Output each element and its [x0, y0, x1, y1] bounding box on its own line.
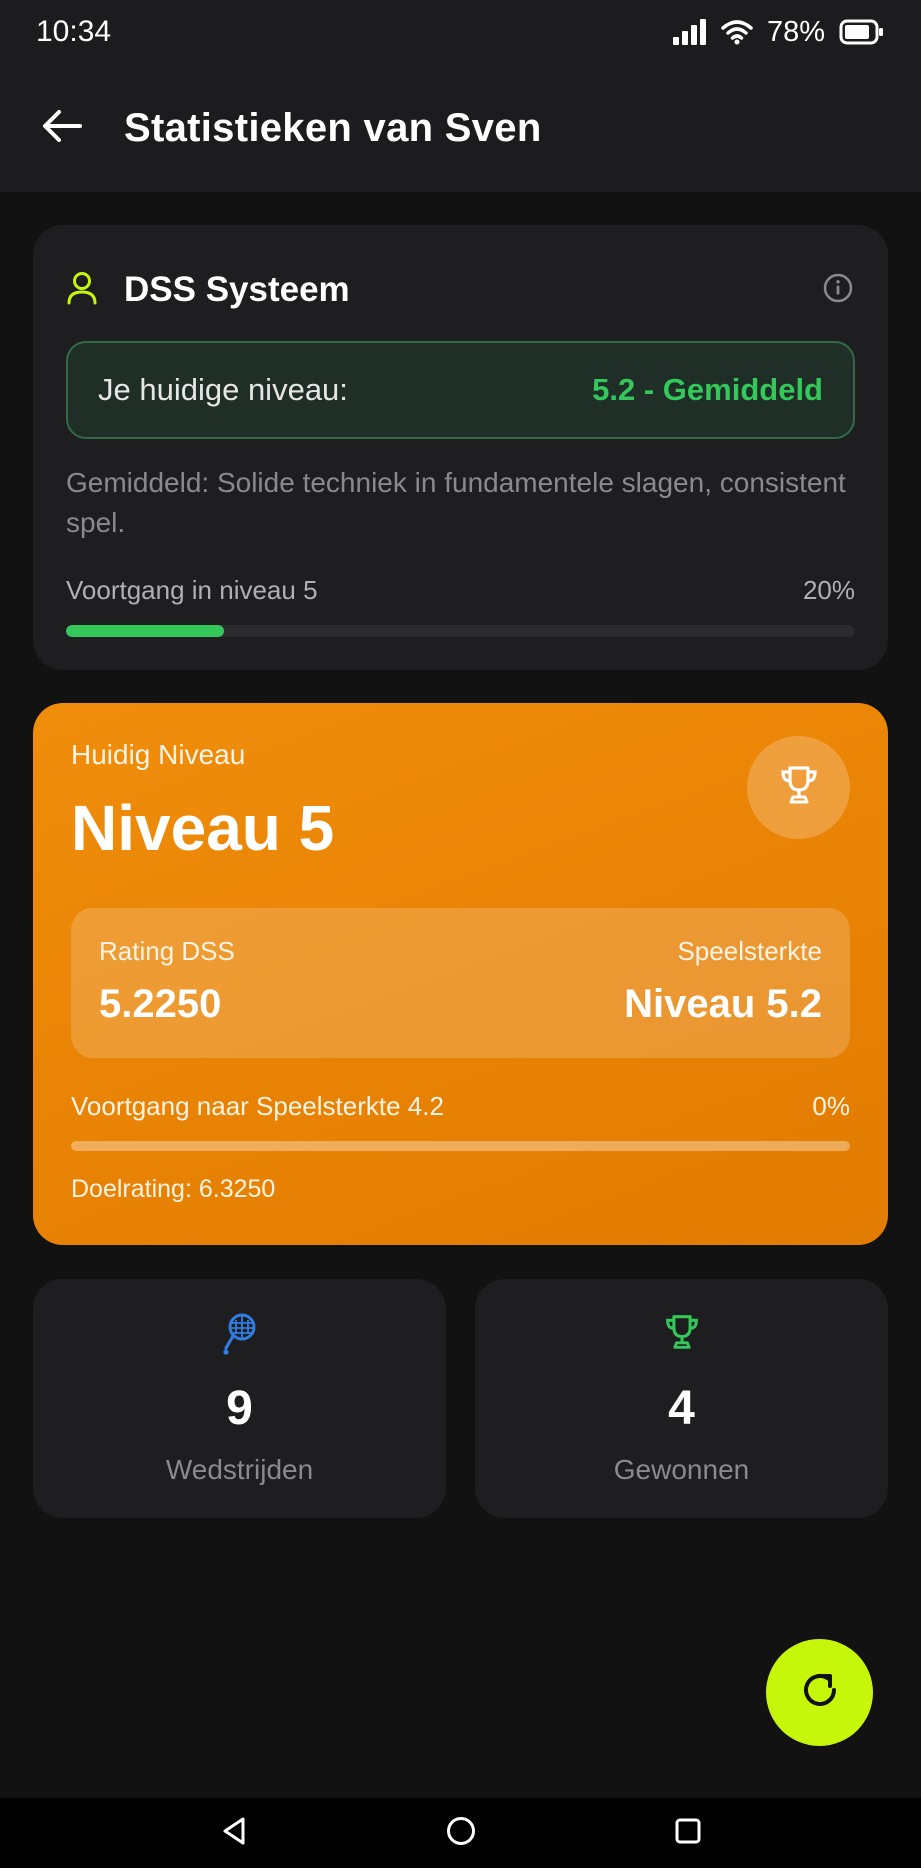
current-level-value: 5.2 - Gemiddeld [592, 372, 823, 407]
status-bar: 10:34 78% [0, 0, 921, 64]
level-progress-percent: 20% [802, 575, 855, 605]
back-button[interactable] [40, 106, 84, 150]
strength-label: Speelsterkte [677, 936, 822, 966]
rating-value: 5.2250 [99, 982, 222, 1026]
page-title: Statistieken van Sven [124, 105, 542, 150]
refresh-icon [798, 1668, 842, 1717]
nav-back-button[interactable] [204, 1803, 264, 1863]
level-progress-bar [66, 625, 855, 637]
stat-card-matches: 9 Wedstrijden [33, 1279, 446, 1518]
strength-progress-bar [71, 1141, 850, 1151]
screen: 10:34 78% Statistieken van Sven DSS Syst… [0, 0, 921, 1868]
nav-recents-button[interactable] [658, 1803, 718, 1863]
dss-header: DSS Systeem [66, 265, 855, 315]
user-icon [66, 271, 98, 310]
level-progress-fill [66, 625, 224, 637]
dss-card: DSS Systeem Je huidige niveau: 5.2 - Gem… [33, 225, 888, 670]
level-progress-row: Voortgang in niveau 5 20% [66, 575, 855, 606]
trophy-icon [664, 1312, 700, 1357]
system-nav-bar [0, 1798, 921, 1868]
tennis-racket-icon [222, 1312, 258, 1361]
battery-icon [839, 19, 885, 45]
target-rating: Doelrating: 6.3250 [71, 1175, 276, 1203]
stat-card-wins: 4 Gewonnen [475, 1279, 888, 1518]
arrow-left-icon [42, 109, 82, 148]
dss-title: DSS Systeem [124, 270, 350, 309]
level-progress-label: Voortgang in niveau 5 [66, 575, 318, 605]
app-bar: Statistieken van Sven [0, 64, 921, 192]
wifi-icon [721, 19, 753, 45]
wins-label: Gewonnen [613, 1454, 750, 1485]
matches-label: Wedstrijden [165, 1454, 314, 1485]
current-level-label: Je huidige niveau: [98, 372, 348, 407]
matches-count: 9 [226, 1382, 253, 1435]
current-level-card: Huidig Niveau Niveau 5 Rating DSS 5.2250… [33, 703, 888, 1245]
status-time: 10:34 [36, 15, 112, 48]
strength-value: Niveau 5.2 [624, 982, 822, 1026]
rating-box: Rating DSS 5.2250 Speelsterkte Niveau 5.… [71, 908, 850, 1058]
back-triangle-icon [221, 1816, 247, 1851]
wins-count: 4 [668, 1382, 695, 1435]
refresh-button[interactable] [766, 1639, 873, 1746]
info-icon [823, 273, 853, 308]
recents-square-icon [674, 1817, 702, 1850]
home-circle-icon [445, 1815, 477, 1852]
strength-progress-label: Voortgang naar Speelsterkte 4.2 [71, 1091, 444, 1121]
current-level-box: Je huidige niveau: 5.2 - Gemiddeld [66, 341, 855, 439]
trophy-icon [779, 764, 819, 811]
trophy-badge [747, 736, 850, 839]
level-description: Gemiddeld: Solide techniek in fundamente… [66, 467, 846, 538]
status-icons: 78% [672, 15, 885, 49]
strength-progress-percent: 0% [812, 1091, 850, 1121]
battery-percent: 78% [766, 15, 825, 48]
signal-icon [672, 19, 707, 45]
nav-home-button[interactable] [431, 1803, 491, 1863]
level-card-subtitle: Huidig Niveau [71, 739, 246, 770]
strength-progress-row: Voortgang naar Speelsterkte 4.2 0% [71, 1091, 850, 1122]
rating-label: Rating DSS [99, 936, 235, 966]
level-card-title: Niveau 5 [71, 792, 335, 864]
info-button[interactable] [821, 273, 855, 307]
